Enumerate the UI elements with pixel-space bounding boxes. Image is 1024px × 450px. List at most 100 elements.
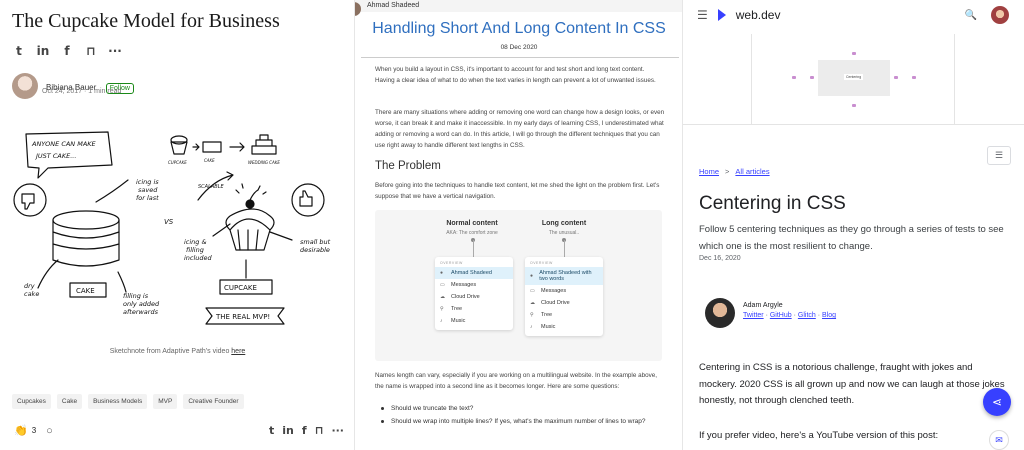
twitter-icon[interactable]: t	[12, 44, 26, 58]
search-icon[interactable]: 🔍	[965, 10, 977, 21]
comment-icon[interactable]: ○	[46, 425, 53, 437]
page-subtitle: Follow 5 centering techniques as they go…	[699, 224, 1004, 252]
demo-label: Centering	[844, 74, 864, 80]
bookmark-icon[interactable]: ⊓	[315, 424, 324, 437]
nav-item: ☁ Cloud Drive	[440, 294, 480, 300]
paragraph: When you build a layout in CSS, it's imp…	[375, 66, 656, 84]
article-title: The Cupcake Model for Business	[12, 10, 280, 32]
caption-link[interactable]: here	[231, 348, 245, 355]
nav-item: ♪ Music	[440, 318, 466, 324]
webdev-logo-icon[interactable]	[717, 9, 730, 21]
tag[interactable]: Creative Founder	[183, 394, 244, 409]
caption-text: Sketchnote from Adaptive Path's video	[109, 348, 232, 355]
figure-heading: Normal content	[446, 220, 498, 227]
chat-icon: ▭	[530, 288, 535, 294]
section-heading: The Problem	[375, 160, 441, 172]
author-link-blog[interactable]: Blog	[822, 312, 836, 319]
tree-icon: ⚲	[440, 306, 444, 312]
avatar	[705, 298, 735, 328]
table-of-contents-button[interactable]: ☰	[987, 146, 1011, 165]
sketch-text: only added	[123, 300, 160, 308]
share-button[interactable]: ⋖	[983, 388, 1011, 416]
image-caption: Sketchnote from Adaptive Path's video he…	[0, 348, 354, 355]
nav-overview-label: OVERVIEW	[530, 261, 553, 265]
clap-count: 3	[31, 426, 37, 435]
clap-icon[interactable]: 👏	[14, 424, 28, 437]
paragraph: Names length can vary, especially if you…	[375, 372, 657, 390]
author-link-twitter[interactable]: Twitter	[743, 312, 764, 319]
nav-card-normal: OVERVIEW ● Ahmad Shadeed ▭ Messages ☁ Cloud…	[435, 257, 513, 330]
nav-item: ⚲ Tree	[440, 306, 463, 312]
avatar[interactable]	[12, 73, 38, 99]
paragraph: Centering in CSS is a notorious challeng…	[699, 362, 1005, 406]
nav-item: ▭ Messages	[530, 288, 567, 294]
site-author[interactable]: Ahmad Shadeed	[367, 2, 419, 9]
demo-marker	[912, 76, 916, 79]
sketch-text: JUST CAKE...	[34, 152, 76, 160]
tree-icon: ⚲	[530, 312, 534, 318]
sketch-text: for last	[136, 194, 159, 202]
tag[interactable]: Business Models	[88, 394, 148, 409]
nav-item: ▭ Messages	[440, 282, 477, 288]
publish-date: Dec 16, 2020	[699, 255, 741, 262]
list-item: Should we truncate the text?	[381, 403, 671, 414]
more-icon[interactable]: ···	[108, 44, 122, 58]
sketch-text: THE REAL MVP!	[215, 313, 270, 321]
webdev-article-panel: ☰ web.dev 🔍 Centering ☰ Home > All artic…	[683, 0, 1024, 450]
sketch-text: included	[184, 254, 213, 262]
nav-overview-label: OVERVIEW	[440, 261, 463, 265]
page-title: Centering in CSS	[699, 193, 846, 214]
bookmark-icon[interactable]: ⊓	[84, 44, 98, 58]
sketch-text: filling is	[123, 292, 149, 300]
medium-article-panel: The Cupcake Model for Business t in f ⊓ …	[0, 0, 355, 450]
breadcrumb-home[interactable]: Home	[699, 167, 719, 176]
nav-item: ♪ Music	[530, 324, 556, 330]
shadeed-article-panel: Ahmad Shadeed Handling Short And Long Co…	[355, 0, 683, 450]
menu-icon[interactable]: ☰	[697, 8, 708, 22]
demo-marker	[852, 52, 856, 55]
connector-line	[472, 240, 474, 257]
share-icon: ⋖	[991, 395, 1003, 409]
publish-date: Oct 24, 2017 · 1 min read	[42, 88, 122, 95]
subscribe-button[interactable]: ✉	[989, 430, 1009, 450]
tag[interactable]: Cupcakes	[12, 394, 51, 409]
music-icon: ♪	[530, 324, 533, 330]
demo-marker	[792, 76, 796, 79]
author-link-glitch[interactable]: Glitch	[798, 312, 816, 319]
figure-column-long: Long content The unusual..	[519, 220, 609, 236]
mail-icon: ✉	[995, 434, 1003, 445]
nav-item: ⚲ Tree	[530, 312, 553, 318]
more-icon[interactable]: ···	[331, 424, 344, 437]
tag[interactable]: Cake	[56, 394, 83, 409]
author-link-github[interactable]: GitHub	[770, 312, 792, 319]
site-brand[interactable]: web.dev	[736, 8, 781, 22]
list-item: Should we wrap into multiple lines? If y…	[381, 416, 671, 427]
tag-list: Cupcakes Cake Business Models MVP Creati…	[12, 394, 244, 409]
facebook-icon[interactable]: f	[60, 44, 74, 58]
demo-marker	[810, 76, 814, 79]
sketch-text: CAKE	[76, 287, 95, 295]
publish-date: 08 Dec 2020	[500, 44, 538, 51]
cloud-icon: ☁	[530, 300, 535, 306]
linkedin-icon[interactable]: in	[36, 44, 50, 58]
nav-item: ● Ahmad Shadeed	[435, 267, 513, 279]
tag[interactable]: MVP	[153, 394, 178, 409]
sketch-text: WEDDING CAKE	[248, 160, 280, 165]
sketch-text: icing is	[136, 178, 159, 186]
linkedin-icon[interactable]: in	[282, 424, 294, 437]
avatar[interactable]	[991, 6, 1009, 24]
author-name: Adam Argyle	[743, 302, 783, 309]
article-footer: 👏 3 ○ t in f ⊓ ···	[14, 424, 344, 437]
sketch-text: VS	[164, 218, 174, 226]
sketch-text: CAKE	[204, 158, 215, 163]
user-icon: ●	[440, 270, 444, 276]
site-header: ☰ web.dev 🔍	[683, 0, 1024, 30]
breadcrumb-all-articles[interactable]: All articles	[735, 167, 769, 176]
author-row: Bibiana Bauer Follow	[12, 73, 134, 99]
cloud-icon: ☁	[440, 294, 445, 300]
facebook-icon[interactable]: f	[302, 424, 307, 437]
sketch-text: CUPCAKE	[224, 284, 257, 292]
breadcrumb: Home > All articles	[699, 167, 770, 176]
divider	[361, 57, 679, 58]
twitter-icon[interactable]: t	[269, 424, 274, 437]
